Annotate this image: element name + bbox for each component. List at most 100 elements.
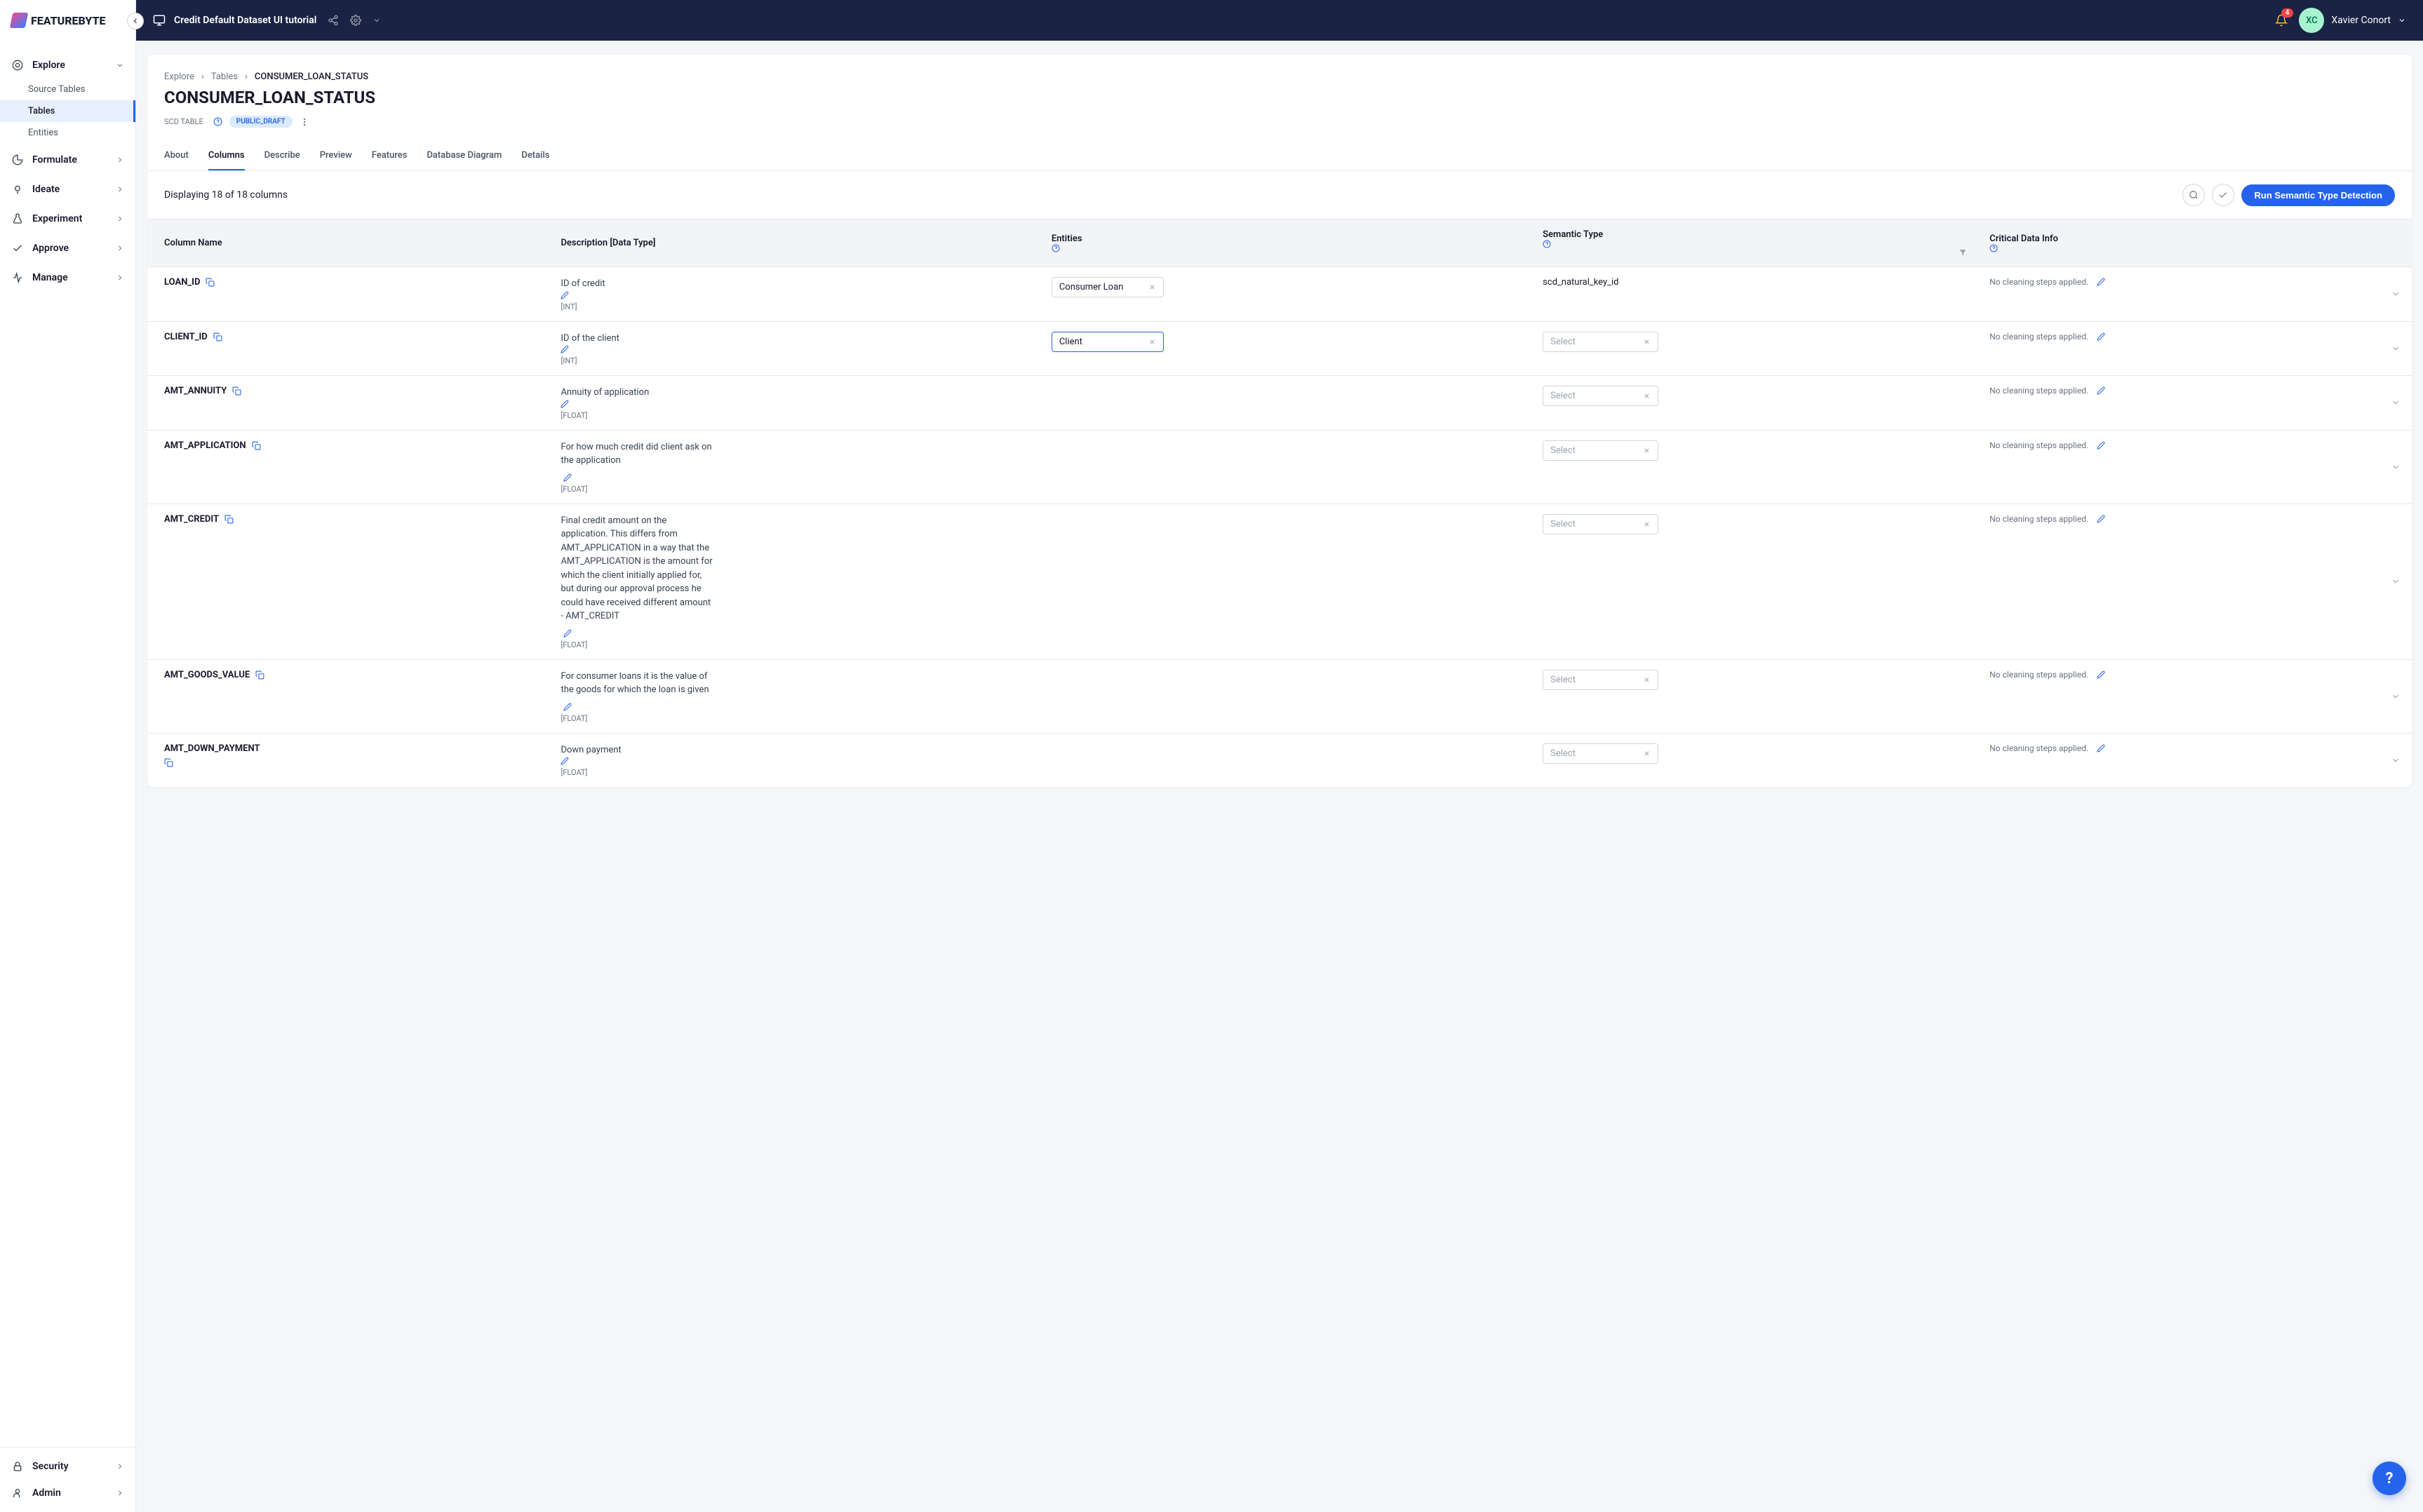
- nav-sections: Explore Source Tables Tables Entities Fo: [0, 41, 135, 1447]
- entity-tag[interactable]: Client: [1052, 332, 1164, 352]
- nav-subitem-entities[interactable]: Entities: [0, 122, 135, 144]
- expand-row-icon[interactable]: [2391, 691, 2401, 701]
- status-badge: PUBLIC_DRAFT: [229, 116, 293, 128]
- expand-row-icon[interactable]: [2391, 289, 2401, 299]
- nav-label: Security: [32, 1461, 69, 1472]
- clear-icon[interactable]: [1148, 338, 1156, 346]
- project-selector[interactable]: Credit Default Dataset UI tutorial: [153, 14, 316, 27]
- sidebar-bottom: Security Admin: [0, 1447, 135, 1512]
- explore-icon: [11, 59, 24, 72]
- notifications-button[interactable]: 4: [2275, 14, 2288, 27]
- copy-icon[interactable]: [232, 386, 241, 396]
- nav-header-ideate[interactable]: Ideate: [0, 176, 135, 203]
- copy-icon[interactable]: [164, 758, 538, 767]
- clear-icon[interactable]: [1643, 520, 1651, 528]
- edit-icon[interactable]: [561, 757, 715, 765]
- nav-subitem-source-tables[interactable]: Source Tables: [0, 79, 135, 100]
- sidebar-collapse-button[interactable]: [127, 13, 144, 29]
- edit-icon[interactable]: [2097, 670, 2105, 679]
- run-semantic-button[interactable]: Run Semantic Type Detection: [2241, 184, 2395, 206]
- entity-tag[interactable]: Consumer Loan: [1052, 277, 1164, 297]
- breadcrumb-tables[interactable]: Tables: [211, 72, 238, 82]
- tab-about[interactable]: About: [164, 142, 189, 170]
- semantic-select[interactable]: Select: [1543, 386, 1658, 406]
- edit-icon[interactable]: [2097, 744, 2105, 752]
- help-icon[interactable]: [1989, 244, 2368, 252]
- data-type: [INT]: [561, 356, 1028, 365]
- semantic-select[interactable]: Select: [1543, 440, 1658, 461]
- edit-icon[interactable]: [561, 400, 715, 408]
- column-name: LOAN_ID: [164, 277, 200, 288]
- edit-icon[interactable]: [2097, 332, 2105, 341]
- description-text: For how much credit did client ask on th…: [561, 442, 711, 466]
- help-icon[interactable]: [1052, 244, 1520, 252]
- cdi-text: No cleaning steps applied.: [1989, 440, 2088, 450]
- gear-icon[interactable]: [350, 15, 361, 26]
- th-cdi: Critical Data Info: [1978, 220, 2380, 267]
- tab-features[interactable]: Features: [372, 142, 408, 170]
- copy-icon[interactable]: [224, 515, 234, 524]
- help-icon[interactable]: [213, 117, 222, 126]
- copy-icon[interactable]: [206, 278, 215, 287]
- nav-header-admin[interactable]: Admin: [0, 1480, 135, 1506]
- share-icon[interactable]: [328, 15, 339, 26]
- table-row: AMT_DOWN_PAYMENTDown payment[FLOAT]Selec…: [147, 733, 2412, 787]
- edit-icon[interactable]: [2097, 386, 2105, 395]
- more-icon[interactable]: [300, 117, 309, 127]
- tab-columns[interactable]: Columns: [208, 142, 245, 170]
- semantic-select[interactable]: Select: [1543, 514, 1658, 534]
- expand-row-icon[interactable]: [2391, 576, 2401, 586]
- breadcrumb-explore[interactable]: Explore: [164, 72, 194, 82]
- clear-icon[interactable]: [1643, 392, 1651, 400]
- copy-icon[interactable]: [252, 441, 261, 450]
- clear-icon[interactable]: [1148, 283, 1156, 291]
- nav-header-approve[interactable]: Approve: [0, 235, 135, 262]
- filter-icon[interactable]: [1959, 248, 1967, 257]
- tab-preview[interactable]: Preview: [320, 142, 352, 170]
- semantic-select[interactable]: Select: [1543, 332, 1658, 352]
- expand-row-icon[interactable]: [2391, 398, 2401, 407]
- clear-icon[interactable]: [1643, 338, 1651, 346]
- edit-icon[interactable]: [2097, 441, 2105, 450]
- table-row: LOAN_IDID of credit[INT]Consumer Loanscd…: [147, 267, 2412, 322]
- clear-icon[interactable]: [1643, 750, 1651, 757]
- table-type-label: SCD TABLE: [164, 117, 203, 126]
- nav-header-security[interactable]: Security: [0, 1453, 135, 1480]
- help-icon[interactable]: [1543, 240, 1967, 248]
- nav-header-manage[interactable]: Manage: [0, 264, 135, 291]
- edit-icon[interactable]: [561, 345, 715, 353]
- tab-database-diagram[interactable]: Database Diagram: [427, 142, 502, 170]
- chevron-down-icon[interactable]: [372, 16, 381, 25]
- nav-header-experiment[interactable]: Experiment: [0, 205, 135, 232]
- help-fab[interactable]: ?: [2372, 1462, 2406, 1495]
- edit-icon[interactable]: [2097, 278, 2105, 286]
- edit-icon[interactable]: [563, 473, 1028, 482]
- expand-row-icon[interactable]: [2391, 462, 2401, 472]
- edit-icon[interactable]: [561, 291, 715, 299]
- tab-details[interactable]: Details: [521, 142, 549, 170]
- user-name: Xavier Conort: [2331, 15, 2391, 26]
- project-name: Credit Default Dataset UI tutorial: [174, 15, 316, 26]
- brand-logo[interactable]: FEATUREBYTE: [11, 13, 105, 28]
- expand-row-icon[interactable]: [2391, 344, 2401, 353]
- edit-icon[interactable]: [2097, 515, 2105, 523]
- semantic-select[interactable]: Select: [1543, 743, 1658, 764]
- semantic-select[interactable]: Select: [1543, 670, 1658, 690]
- copy-icon[interactable]: [213, 332, 222, 342]
- nav-subitem-tables[interactable]: Tables: [0, 100, 135, 122]
- table-row: AMT_ANNUITYAnnuity of application[FLOAT]…: [147, 376, 2412, 431]
- check-button[interactable]: [2212, 184, 2234, 206]
- nav-header-formulate[interactable]: Formulate: [0, 147, 135, 173]
- nav-header-explore[interactable]: Explore: [0, 52, 135, 79]
- edit-icon[interactable]: [563, 703, 1028, 711]
- clear-icon[interactable]: [1643, 676, 1651, 684]
- copy-icon[interactable]: [255, 670, 264, 680]
- search-button[interactable]: [2182, 184, 2205, 206]
- user-menu[interactable]: XC Xavier Conort: [2299, 8, 2406, 33]
- expand-row-icon[interactable]: [2391, 755, 2401, 765]
- tab-describe[interactable]: Describe: [264, 142, 300, 170]
- table-row: CLIENT_IDID of the client[INT]ClientSele…: [147, 321, 2412, 376]
- edit-icon[interactable]: [563, 629, 1028, 637]
- logo-area: FEATUREBYTE: [0, 0, 135, 41]
- clear-icon[interactable]: [1643, 447, 1651, 454]
